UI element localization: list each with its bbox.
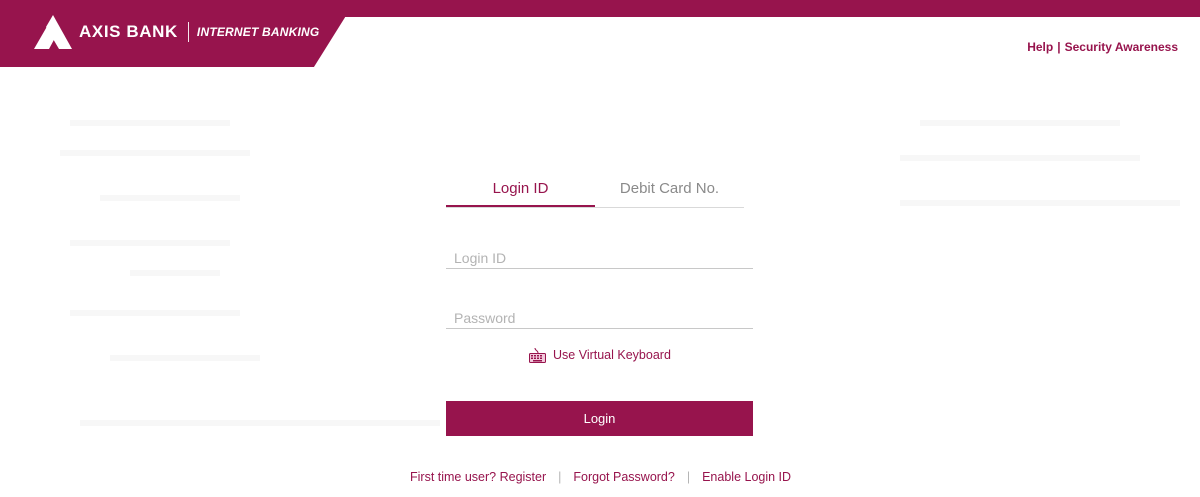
enable-login-id-link[interactable]: Enable Login ID <box>702 470 791 484</box>
tab-debit-card[interactable]: Debit Card No. <box>595 170 744 207</box>
footer-separator: | <box>686 470 691 484</box>
register-link[interactable]: First time user? Register <box>410 470 546 484</box>
virtual-keyboard-label: Use Virtual Keyboard <box>553 348 671 362</box>
password-input[interactable] <box>446 307 753 329</box>
virtual-keyboard-link[interactable]: Use Virtual Keyboard <box>529 347 671 363</box>
axis-bank-logo[interactable]: AXIS BANK INTERNET BANKING <box>34 14 319 50</box>
bank-name: AXIS BANK <box>79 22 178 41</box>
top-links-separator: | <box>1057 40 1061 54</box>
tab-login-id[interactable]: Login ID <box>446 170 595 207</box>
top-links: Help | Security Awareness <box>1027 40 1178 54</box>
footer-links: First time user? Register | Forgot Passw… <box>410 470 791 484</box>
footer-separator: | <box>558 470 562 484</box>
product-name: INTERNET BANKING <box>196 25 320 39</box>
logo-divider <box>187 22 189 42</box>
login-button[interactable]: Login <box>446 401 753 436</box>
axis-logo-icon <box>34 15 72 49</box>
help-link[interactable]: Help <box>1027 40 1053 54</box>
keyboard-icon <box>529 347 546 363</box>
forgot-password-link[interactable]: Forgot Password? <box>573 470 674 484</box>
login-id-input[interactable] <box>446 247 753 269</box>
login-tabs: Login ID Debit Card No. <box>446 170 744 208</box>
security-awareness-link[interactable]: Security Awareness <box>1065 40 1178 54</box>
